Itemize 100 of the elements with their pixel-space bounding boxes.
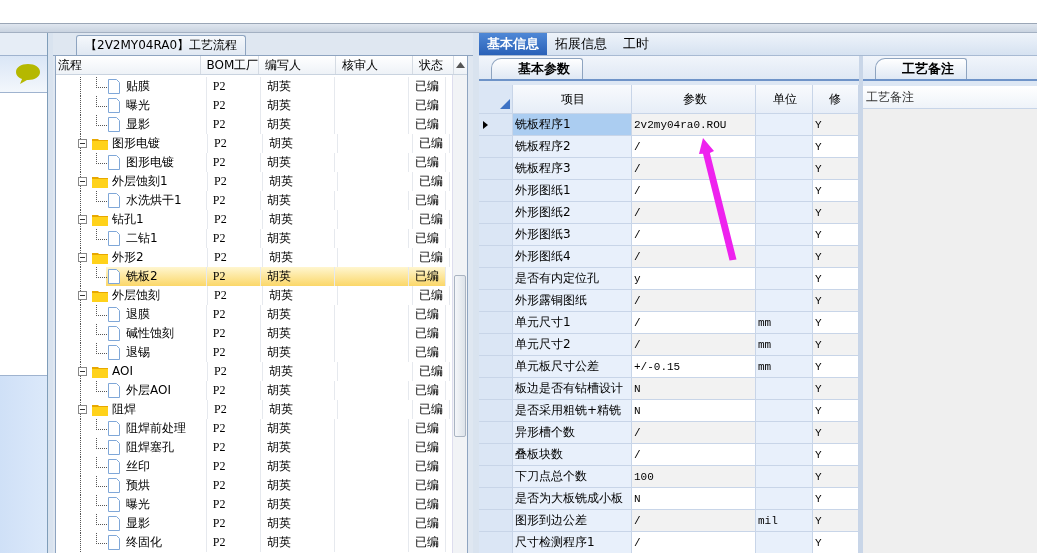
table-cell[interactable]: y <box>632 268 756 290</box>
document-icon <box>108 516 120 531</box>
tree-row[interactable]: 终固化 P2 胡英 已编 <box>56 533 446 552</box>
scrollbar-thumb[interactable] <box>454 275 466 437</box>
table-cell-text: 胡英 <box>269 249 293 266</box>
tree-row[interactable]: 显影 P2 胡英 已编 <box>56 115 446 134</box>
tree-row[interactable]: 退锡 P2 胡英 已编 <box>56 343 446 362</box>
table-cell[interactable]: / <box>632 422 756 444</box>
table-cell-text: 已编 <box>415 230 440 247</box>
table-cell-text: 已编 <box>419 401 443 418</box>
tree-row[interactable]: 曝光 P2 胡英 已编 <box>56 96 446 115</box>
table-cell[interactable]: N <box>632 378 756 400</box>
table-cell: 外形图纸2 <box>513 202 632 224</box>
column-header[interactable]: 核审人 <box>335 56 413 74</box>
collapse-icon[interactable] <box>78 177 87 186</box>
table-cell[interactable]: +/-0.15 <box>632 356 756 378</box>
step-name: 外层AOI <box>126 382 171 399</box>
tree-row[interactable]: 外层蚀刻 P2 胡英 已编 <box>56 286 452 305</box>
tree-row[interactable]: 图形电镀 P2 胡英 已编 <box>56 134 452 153</box>
tree-row[interactable]: 图形电镀 P2 胡英 已编 <box>56 153 446 172</box>
row-header[interactable] <box>479 114 513 136</box>
table-cell <box>756 532 813 553</box>
tree-row[interactable]: 预烘 P2 胡英 已编 <box>56 476 446 495</box>
table-cell-text: 胡英 <box>267 192 292 209</box>
collapse-icon[interactable] <box>78 367 87 376</box>
notes-area[interactable] <box>863 109 1037 553</box>
table-cell[interactable]: / <box>632 180 756 202</box>
document-icon <box>108 440 120 455</box>
tree-row[interactable]: 碱性蚀刻 P2 胡英 已编 <box>56 324 446 343</box>
table-cell[interactable]: 100 <box>632 466 756 488</box>
tree-row[interactable]: 阻焊塞孔 P2 胡英 已编 <box>56 438 446 457</box>
step-name: 铣板2 <box>126 268 158 285</box>
tree-row[interactable]: 退膜 P2 胡英 已编 <box>56 305 446 324</box>
tree-row[interactable]: 贴膜 P2 胡英 已编 <box>56 77 446 96</box>
collapse-icon[interactable] <box>78 405 87 414</box>
collapse-icon[interactable] <box>78 253 87 262</box>
table-cell: 铣板程序2 <box>513 136 632 158</box>
collapse-icon[interactable] <box>78 291 87 300</box>
table-cell[interactable]: / <box>632 290 756 312</box>
tree-row[interactable]: 二钻1 P2 胡英 已编 <box>56 229 446 248</box>
step-name: 显影 <box>126 116 150 133</box>
table-cell-text: P2 <box>214 363 227 380</box>
tree-row[interactable]: AOI P2 胡英 已编 <box>56 362 452 381</box>
table-cell[interactable]: / <box>632 158 756 180</box>
table-cell-text: 胡英 <box>267 458 292 475</box>
table-cell: Y <box>813 510 859 532</box>
tree-row[interactable]: 外层AOI P2 胡英 已编 <box>56 381 446 400</box>
table-cell-text: P2 <box>214 173 227 190</box>
collapse-icon[interactable] <box>78 215 87 224</box>
folder-icon <box>92 175 108 188</box>
table-cell[interactable]: / <box>632 202 756 224</box>
table-cell-text: 胡英 <box>267 477 292 494</box>
column-header[interactable]: 编写人 <box>258 56 336 74</box>
table-cell: Y <box>813 114 859 136</box>
table-cell[interactable]: / <box>632 510 756 532</box>
table-cell-text: P2 <box>212 477 226 494</box>
table-cell: mil <box>756 510 813 532</box>
table-cell <box>756 488 813 510</box>
chat-bubble-icon[interactable] <box>15 63 41 85</box>
table-cell-text: P2 <box>212 344 226 361</box>
column-header[interactable]: BOM工厂 <box>200 56 259 74</box>
table-cell[interactable]: / <box>632 444 756 466</box>
tab[interactable]: 工时 <box>615 33 657 55</box>
splitter-bar[interactable] <box>0 24 1037 33</box>
table-cell-text: 胡英 <box>267 97 292 114</box>
table-cell[interactable]: / <box>632 246 756 268</box>
table-cell[interactable]: 2v2my04ra0.ROU <box>632 114 756 136</box>
table-cell: Y <box>813 422 859 444</box>
table-cell: 尺寸检测程序1 <box>513 532 632 553</box>
table-cell[interactable]: / <box>632 312 756 334</box>
tab[interactable]: 工艺备注 <box>875 58 967 79</box>
tree-row[interactable]: 丝印 P2 胡英 已编 <box>56 457 446 476</box>
table-cell[interactable]: / <box>632 532 756 553</box>
column-header[interactable]: 状态 <box>412 56 454 74</box>
table-cell[interactable]: / <box>632 334 756 356</box>
notes-header: 工艺备注 <box>863 86 1037 109</box>
table-cell: Y <box>813 290 859 312</box>
table-cell[interactable]: / <box>632 136 756 158</box>
tab[interactable]: 基本信息 <box>479 33 547 55</box>
tree-row[interactable]: 显影 P2 胡英 已编 <box>56 514 446 533</box>
table-cell[interactable]: N <box>632 488 756 510</box>
tree-row[interactable]: 阻焊 P2 胡英 已编 <box>56 400 452 419</box>
table-cell-text: 胡英 <box>267 439 292 456</box>
table-cell[interactable]: / <box>632 224 756 246</box>
table-cell-text: P2 <box>212 458 226 475</box>
tab[interactable]: 基本参数 <box>491 58 583 79</box>
step-name: 图形电镀 <box>112 135 160 152</box>
process-tab[interactable]: 【2V2MY04RA0】工艺流程 <box>76 35 247 55</box>
scroll-up-icon[interactable] <box>455 62 465 68</box>
tree-row[interactable]: 外层蚀刻1 P2 胡英 已编 <box>56 172 452 191</box>
collapse-icon[interactable] <box>78 139 87 148</box>
table-cell: 单元尺寸1 <box>513 312 632 334</box>
tree-row[interactable]: 曝光 P2 胡英 已编 <box>56 495 446 514</box>
column-header[interactable]: 流程 <box>56 56 201 74</box>
tree-row[interactable]: 水洗烘干1 P2 胡英 已编 <box>56 191 446 210</box>
table-cell[interactable]: N <box>632 400 756 422</box>
step-name: 阻焊塞孔 <box>126 439 174 456</box>
tree-row[interactable]: 阻焊前处理 P2 胡英 已编 <box>56 419 446 438</box>
tree-row[interactable]: 钻孔1 P2 胡英 已编 <box>56 210 452 229</box>
tab[interactable]: 拓展信息 <box>547 33 615 55</box>
